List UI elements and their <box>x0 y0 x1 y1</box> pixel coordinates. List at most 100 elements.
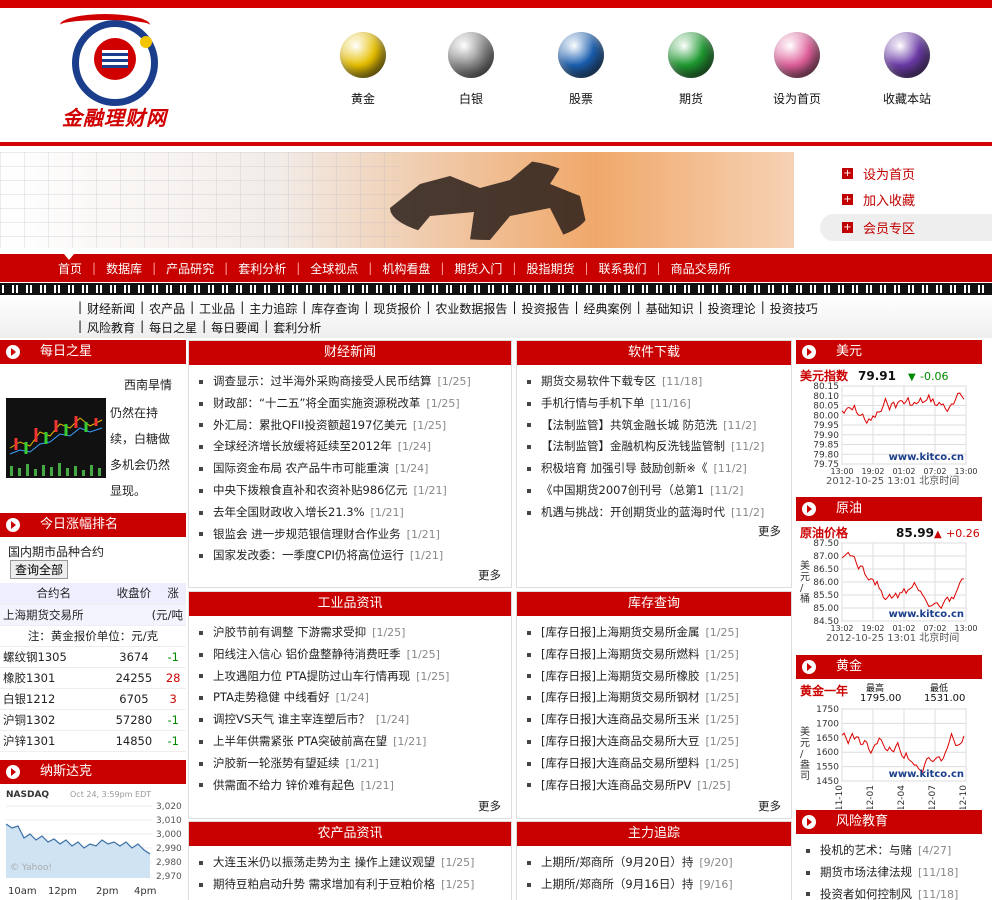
list-item[interactable]: 银监会 进一步规范银信理财合作业务 [1/21] <box>199 524 511 546</box>
top-nav-item[interactable]: 股票 <box>541 32 621 114</box>
main-nav-item[interactable]: 股指期货 <box>516 260 584 277</box>
list-item[interactable]: 调控VS天气 谁主宰连塑后市？ [1/24] <box>199 709 511 731</box>
list-item[interactable]: 沪胶新一轮涨势有望延续 [1/21] <box>199 753 511 775</box>
list-item[interactable]: 去年全国财政收入增长21.3% [1/21] <box>199 502 511 524</box>
panel-title[interactable]: 风险教育 <box>836 814 888 829</box>
list-item[interactable]: [库存日报]上海期货交易所燃料 [1/25] <box>527 644 791 666</box>
side-link-favorite[interactable]: + 加入收藏 <box>842 190 915 209</box>
list-item[interactable]: 外汇局：累批QFII投资额超197亿美元 [1/25] <box>199 415 511 437</box>
list-item[interactable]: [库存日报]大连商品交易所玉米 [1/25] <box>527 709 791 731</box>
sub-nav-item[interactable]: 投资技巧 <box>765 300 823 317</box>
sub-nav-item[interactable]: 财经新闻 <box>82 300 140 317</box>
list-item[interactable]: [库存日报]大连商品交易所塑料 [1/25] <box>527 753 791 775</box>
list-item[interactable]: 投机的艺术：与赌 [4/27] <box>806 840 982 862</box>
panel-header[interactable]: 软件下载 <box>517 341 791 365</box>
sub-nav-item[interactable]: 每日要闻 <box>206 319 264 336</box>
list-item[interactable]: 国际资金布局 农产品牛市可能重演 [1/24] <box>199 458 511 480</box>
gold-chart[interactable]: 黄金一年 最高1795.00最低1531.00175017001650160015… <box>796 681 982 809</box>
sub-nav-item[interactable]: 农产品 <box>144 300 190 317</box>
main-nav-item[interactable]: 期货入门 <box>444 260 512 277</box>
panel-title[interactable]: 今日涨幅排名 <box>40 517 118 532</box>
panel-title[interactable]: 原油 <box>836 501 862 516</box>
panel-header[interactable]: 库存查询 <box>517 592 791 616</box>
main-nav-item[interactable]: 数据库 <box>96 260 152 277</box>
sub-nav-item[interactable]: 库存查询 <box>306 300 364 317</box>
list-item[interactable]: [库存日报]大连商品交易所大豆 [1/25] <box>527 731 791 753</box>
panel-title[interactable]: 黄金 <box>836 659 862 674</box>
candlestick-thumbnail[interactable] <box>6 398 106 478</box>
list-item[interactable]: 调查显示：过半海外采购商接受人民币结算 [1/25] <box>199 371 511 393</box>
nasdaq-chart[interactable]: NASDAQ Oct 24, 3:59pm EDT © Yahoo! 3,020… <box>0 784 186 900</box>
list-item[interactable]: 手机行情与手机下单 [11/16] <box>527 393 791 415</box>
panel-title[interactable]: 每日之星 <box>40 344 92 359</box>
list-item[interactable]: 上期所/郑商所（9月16日）持 [9/16] <box>527 874 791 896</box>
list-item[interactable]: 全球经济增长放缓将延续至2012年 [1/24] <box>199 436 511 458</box>
sub-nav-item[interactable]: 工业品 <box>194 300 240 317</box>
list-item[interactable]: [库存日报]上海期货交易所金属 [1/25] <box>527 622 791 644</box>
query-all-button[interactable]: 查询全部 <box>10 560 69 579</box>
list-item[interactable]: 财政部：“十二五”将全面实施资源税改革 [1/25] <box>199 393 511 415</box>
table-row[interactable]: 螺纹钢1305 3674 -1 <box>0 646 186 668</box>
list-item[interactable]: 国家发改委：一季度CPI仍将高位运行 [1/21] <box>199 545 511 567</box>
main-nav-item[interactable]: 机构看盘 <box>372 260 440 277</box>
list-item[interactable]: 上期所/郑商所（9月20日）持 [9/20] <box>527 852 791 874</box>
sub-nav-item[interactable]: 套利分析 <box>268 319 326 336</box>
sub-nav-item[interactable]: 基础知识 <box>641 300 699 317</box>
sub-nav-item[interactable]: 投资理论 <box>703 300 761 317</box>
side-link-homepage[interactable]: + 设为首页 <box>842 164 915 183</box>
list-item[interactable]: [库存日报]大连商品交易所PV [1/25] <box>527 775 791 797</box>
sub-nav-item[interactable]: 风险教育 <box>82 319 140 336</box>
main-nav-item[interactable]: 产品研究 <box>156 260 224 277</box>
top-nav-item[interactable]: 白银 <box>431 32 511 114</box>
table-row[interactable]: 沪锌1301 14850 -1 <box>0 730 186 752</box>
sub-nav-item[interactable]: 投资报告 <box>516 300 574 317</box>
list-item[interactable]: 《中国期货2007创刊号（总第1 [11/2] <box>527 480 791 502</box>
oil-chart[interactable]: 原油价格 85.99 ▲ +0.26 87.50 87.00 86.50 86.00 85.50… <box>796 523 982 653</box>
table-row[interactable]: 橡胶1301 24255 28 <box>0 667 186 689</box>
list-item[interactable]: 供需面不给力 锌价难有起色 [1/21] <box>199 775 511 797</box>
sub-nav-item[interactable]: 现货报价 <box>368 300 426 317</box>
list-item[interactable]: 机遇与挑战：开创期货业的蓝海时代 [11/2] <box>527 502 791 524</box>
top-nav-item[interactable]: 期货 <box>651 32 731 114</box>
list-item[interactable]: 期货市场法律法规 [11/18] <box>806 862 982 884</box>
top-nav-item[interactable]: 设为首页 <box>757 32 837 114</box>
top-nav-item[interactable]: 收藏本站 <box>867 32 947 114</box>
sub-nav-item[interactable]: 主力追踪 <box>244 300 302 317</box>
side-link-member[interactable]: + 会员专区 <box>820 214 992 241</box>
list-item[interactable]: 【法制监管】金融机构反洗钱监管制 [11/2] <box>527 436 791 458</box>
panel-header[interactable]: 农产品资讯 <box>189 822 511 846</box>
sub-nav-item[interactable]: 经典案例 <box>579 300 637 317</box>
list-item[interactable]: 积极培育 加强引导 鼓励创新※《 [11/2] <box>527 458 791 480</box>
more-link[interactable]: 更多 <box>758 523 781 539</box>
list-item[interactable]: 中央下拨粮食直补和农资补贴986亿元 [1/21] <box>199 480 511 502</box>
more-link[interactable]: 更多 <box>758 798 781 814</box>
main-nav-item[interactable]: 商品交易所 <box>661 260 741 277</box>
list-item[interactable]: 大连玉米仍以振荡走势为主 操作上建议观望 [1/25] <box>199 852 511 874</box>
table-row[interactable]: 白银1212 6705 3 <box>0 688 186 710</box>
list-item[interactable]: 期货交易软件下载专区 [11/18] <box>527 371 791 393</box>
panel-header[interactable]: 工业品资讯 <box>189 592 511 616</box>
panel-title[interactable]: 美元 <box>836 344 862 359</box>
list-item[interactable]: PTA走势稳健 中线看好 [1/24] <box>199 687 511 709</box>
sub-nav-item[interactable]: 每日之星 <box>144 319 202 336</box>
main-nav-item[interactable]: 套利分析 <box>228 260 296 277</box>
main-nav-item[interactable]: 首页 <box>48 260 92 277</box>
main-nav-item[interactable]: 联系我们 <box>589 260 657 277</box>
table-row[interactable]: 沪铜1302 57280 -1 <box>0 709 186 731</box>
list-item[interactable]: 阳线注入信心 铝价盘整静待消费旺季 [1/25] <box>199 644 511 666</box>
panel-header[interactable]: 主力追踪 <box>517 822 791 846</box>
list-item[interactable]: 沪胶节前有调整 下游需求受抑 [1/25] <box>199 622 511 644</box>
list-item[interactable]: [库存日报]上海期货交易所钢材 [1/25] <box>527 687 791 709</box>
list-item[interactable]: 上半年供需紧张 PTA突破前高在望 [1/21] <box>199 731 511 753</box>
list-item[interactable]: [库存日报]上海期货交易所橡胶 [1/25] <box>527 666 791 688</box>
sub-nav-item[interactable]: 农业数据报告 <box>430 300 512 317</box>
more-link[interactable]: 更多 <box>478 798 501 814</box>
list-item[interactable]: 投资者如何控制风 [11/18] <box>806 884 982 900</box>
top-nav-item[interactable]: 黄金 <box>323 32 403 114</box>
panel-title[interactable]: 纳斯达克 <box>40 764 92 779</box>
list-item[interactable]: 期待豆粕启动升势 需求增加有利于豆粕价格 [1/25] <box>199 874 511 896</box>
usd-chart[interactable]: 美元指数 79.91 ▼ -0.06 80.1580.1080.0580.0079.95… <box>796 366 982 494</box>
list-item[interactable]: 【法制监管】共筑金融长城 防范洗 [11/2] <box>527 415 791 437</box>
list-item[interactable]: 上攻遇阻力位 PTA提防过山车行情再现 [1/25] <box>199 666 511 688</box>
more-link[interactable]: 更多 <box>478 567 501 583</box>
